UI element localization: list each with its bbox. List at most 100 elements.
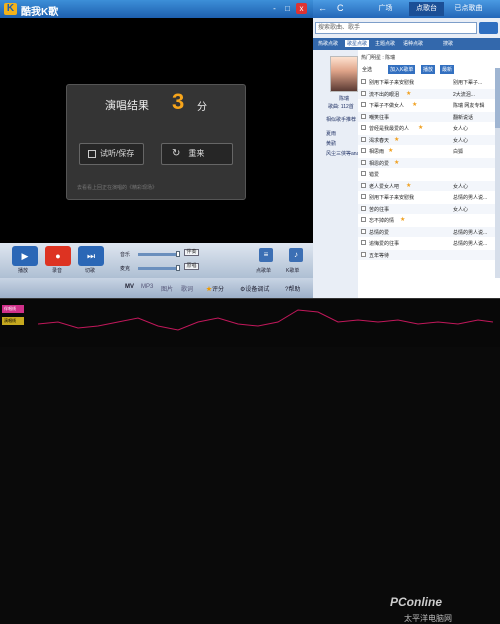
result-label: 演唱结果 xyxy=(105,100,149,112)
song-row[interactable]: 苦的往事 女人心 xyxy=(358,203,496,214)
row-checkbox[interactable] xyxy=(361,102,366,107)
song-row[interactable]: 忘不掉的情 ★ xyxy=(358,215,496,225)
cat-singer[interactable]: 歌星点歌 xyxy=(345,40,370,47)
cat-theme[interactable]: 主题点歌 xyxy=(375,40,395,47)
row-checkbox[interactable] xyxy=(361,125,366,130)
close-button[interactable]: x xyxy=(296,3,307,14)
song-title: 老人爱女人吧 xyxy=(369,183,400,190)
music-volume-label: 音乐 xyxy=(120,252,131,258)
watermark-sub: 太平洋电脑网 xyxy=(404,614,452,623)
song-row[interactable]: 追悔爱的往事 总情的男人说... xyxy=(358,238,496,248)
refresh-icon[interactable]: C xyxy=(337,3,344,13)
mp3-option[interactable]: MP3 xyxy=(141,284,153,290)
back-icon[interactable]: ← xyxy=(318,3,327,13)
music-volume-knob[interactable] xyxy=(176,251,180,257)
song-title: 苦的往事 xyxy=(369,206,390,213)
mic-volume-knob[interactable] xyxy=(176,265,180,271)
play-label: 播放 xyxy=(18,268,29,274)
row-checkbox[interactable] xyxy=(361,251,366,257)
row-checkbox[interactable] xyxy=(361,159,366,165)
song-album: 白狐 xyxy=(453,149,464,155)
search-input[interactable]: 搜索歌曲、歌手 xyxy=(315,22,477,34)
history-link[interactable]: 去看看上回正在演唱的《精彩现场》 xyxy=(77,184,157,191)
star-icon: ★ xyxy=(394,159,400,166)
song-row[interactable]: 下辈子不做女人 ★ 陈瑞 网友专辑 xyxy=(358,100,496,110)
song-title: 五年等待 xyxy=(369,252,390,259)
pic-option[interactable]: 图片 xyxy=(161,284,173,293)
tab-requested[interactable]: 已点歌曲 xyxy=(451,2,486,16)
cat-hot[interactable]: 热歌点歌 xyxy=(318,40,338,47)
row-checkbox[interactable] xyxy=(361,240,366,245)
song-row[interactable]: 别用下辈子来安慰我 别用下辈子... xyxy=(358,77,496,87)
song-row[interactable]: 相恩的爱 ★ xyxy=(358,157,496,168)
breadcrumb: 热门明星 : 陈瑞 xyxy=(361,55,396,61)
row-checkbox[interactable] xyxy=(361,194,366,199)
search-icon[interactable] xyxy=(479,22,498,34)
add-to-list-button[interactable]: 加入K歌单 xyxy=(388,65,416,74)
song-album: 翻新说话 xyxy=(453,114,474,121)
right-tabbar: ← C 广场 点歌台 已点歌曲 xyxy=(313,0,500,18)
song-row[interactable]: 错爱 xyxy=(358,169,496,179)
record-label: 录音 xyxy=(52,268,63,274)
rate-option[interactable]: ★评分 xyxy=(206,284,224,293)
switch-song-button[interactable]: ⏭ xyxy=(78,246,104,266)
original-box[interactable]: 原唱 xyxy=(184,263,199,270)
listen-save-button[interactable]: 试听/保存 xyxy=(79,143,144,165)
star-icon: ★ xyxy=(400,217,406,223)
record-button[interactable]: ● xyxy=(45,246,71,266)
related-singer[interactable]: 风尘三侠等anay xyxy=(326,150,362,157)
cat-language[interactable]: 语种点歌 xyxy=(403,40,423,47)
song-row[interactable]: 渴求春天 ★ 女人心 xyxy=(358,134,496,145)
related-singer[interactable]: 黄鹂 xyxy=(326,140,336,147)
mv-option[interactable]: MV xyxy=(125,284,134,290)
artist-photo xyxy=(330,56,358,92)
minimize-button[interactable]: - xyxy=(269,3,280,14)
song-row[interactable]: 流不出的眼泪 ★ 2大流泪... xyxy=(358,88,496,99)
song-row[interactable]: 嘲笑往事 翻新说话 xyxy=(358,111,496,122)
song-album: 总情的男人说... xyxy=(453,195,488,201)
related-singer[interactable]: 夏雨 xyxy=(326,130,336,137)
star-icon: ★ xyxy=(388,148,394,154)
row-checkbox[interactable] xyxy=(361,217,366,222)
app-logo-icon: K xyxy=(4,3,17,15)
lyric-option[interactable]: 歌词 xyxy=(181,284,193,293)
retry-button[interactable]: ↻ 重来 xyxy=(161,143,233,165)
row-checkbox[interactable] xyxy=(361,90,366,96)
play-button[interactable]: ▶ xyxy=(12,246,38,266)
mic-volume-slider[interactable] xyxy=(138,267,180,270)
song-row[interactable]: 五年等待 xyxy=(358,249,496,260)
song-list-icon[interactable]: ≡ xyxy=(259,248,273,262)
song-album: 女人心 xyxy=(453,206,469,213)
song-row[interactable]: 相思雨 ★ 白狐 xyxy=(358,146,496,156)
star-icon: ★ xyxy=(418,125,424,131)
row-checkbox[interactable] xyxy=(361,113,366,119)
accompany-box[interactable]: 伴奏 xyxy=(184,249,199,256)
song-row[interactable]: 别用下辈子来安慰我 总情的男人说... xyxy=(358,192,496,202)
result-dialog: 演唱结果 3 分 试听/保存 ↻ 重来 去看看上回正在演唱的《精彩现场》 xyxy=(66,84,246,200)
record-icon: ● xyxy=(55,251,61,261)
scrollbar-thumb[interactable] xyxy=(495,68,500,128)
row-checkbox[interactable] xyxy=(361,136,366,142)
watermark-brand: PConline xyxy=(390,595,443,609)
select-all[interactable]: 全选 xyxy=(362,66,372,73)
row-checkbox[interactable] xyxy=(361,228,366,234)
tab-song-request[interactable]: 点歌台 xyxy=(409,2,444,16)
song-album: 别用下辈子... xyxy=(453,80,483,86)
row-checkbox[interactable] xyxy=(361,148,366,153)
help-option[interactable]: ?帮助 xyxy=(285,284,300,293)
maximize-button[interactable]: □ xyxy=(282,3,293,14)
music-volume-slider[interactable] xyxy=(138,253,180,256)
row-checkbox[interactable] xyxy=(361,171,366,176)
row-checkbox[interactable] xyxy=(361,79,366,84)
song-row[interactable]: 总情的爱 总情的男人说... xyxy=(358,226,496,237)
row-checkbox[interactable] xyxy=(361,205,366,211)
tab-square[interactable]: 广场 xyxy=(368,2,403,16)
play-list-button[interactable]: 播放 xyxy=(421,65,436,74)
cat-search[interactable]: 搜歌 xyxy=(443,40,453,47)
sing-list-icon[interactable]: ♪ xyxy=(289,248,303,262)
row-checkbox[interactable] xyxy=(361,182,366,188)
song-row[interactable]: 老人爱女人吧 ★ 女人心 xyxy=(358,180,496,191)
device-option[interactable]: ⚙设备调试 xyxy=(240,284,269,293)
newest-button[interactable]: 最新 xyxy=(440,65,455,74)
song-row[interactable]: 曾经是我最爱的人 ★ 女人心 xyxy=(358,123,496,133)
